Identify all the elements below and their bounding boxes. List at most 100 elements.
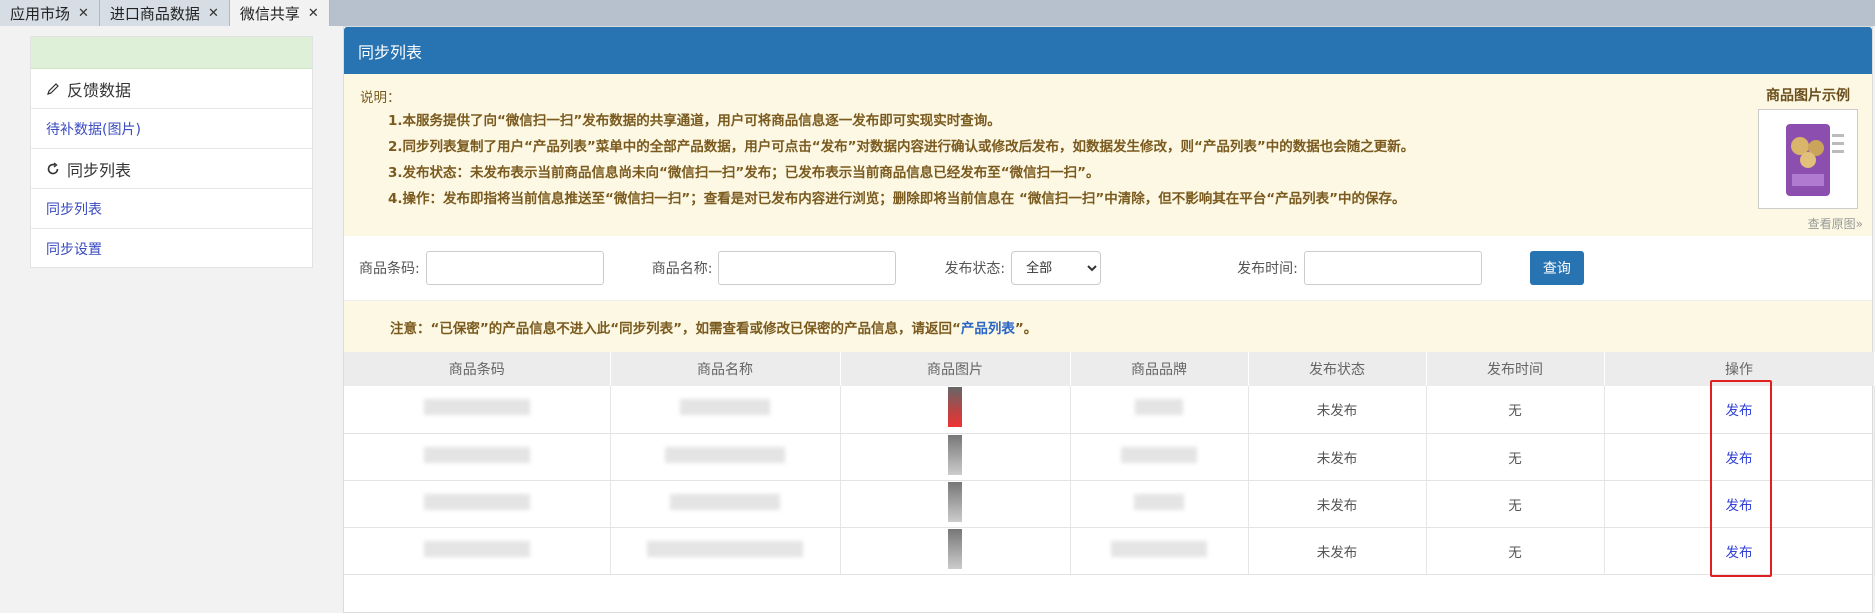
table-row: 未发布 无 发布 xyxy=(344,527,1875,575)
sidebar: 反馈数据 待补数据(图片) 同步列表 同步列表 同步设置 xyxy=(30,36,313,268)
cell-brand xyxy=(1070,480,1249,528)
tab-app-market[interactable]: 应用市场 ✕ xyxy=(0,0,100,26)
redacted-image[interactable] xyxy=(948,481,962,522)
close-icon[interactable]: ✕ xyxy=(78,6,89,21)
notice-line: 2.同步列表复制了用户“产品列表”菜单中的全部产品数据，用户可点击“发布”对数据… xyxy=(388,139,1415,155)
table-row: 未发布 无 发布 xyxy=(344,386,1875,434)
cell-action: 发布 xyxy=(1604,386,1875,434)
warning-box: 注意：“已保密”的产品信息不进入此“同步列表”，如需查看或修改已保密的产品信息，… xyxy=(344,300,1872,352)
cell-action: 发布 xyxy=(1604,527,1875,575)
redacted-text xyxy=(680,399,770,416)
tab-bar: 应用市场 ✕ 进口商品数据 ✕ 微信共享 ✕ xyxy=(0,0,1875,26)
tab-import-goods[interactable]: 进口商品数据 ✕ xyxy=(99,0,230,26)
notice-line: 4.操作：发布即指将当前信息推送至“微信扫一扫”；查看是对已发布内容进行浏览；删… xyxy=(388,191,1406,207)
col-header-name: 商品名称 xyxy=(610,352,841,386)
table-header-row: 商品条码 商品名称 商品图片 商品品牌 发布状态 发布时间 操作 xyxy=(344,352,1875,386)
barcode-label: 商品条码: xyxy=(359,261,420,277)
sidebar-header xyxy=(31,37,312,69)
example-title: 商品图片示例 xyxy=(1766,88,1850,104)
redacted-text xyxy=(1134,493,1184,510)
example-image[interactable] xyxy=(1758,109,1858,209)
cell-time: 无 xyxy=(1426,527,1605,575)
time-label: 发布时间: xyxy=(1237,261,1298,277)
redacted-image[interactable] xyxy=(948,528,962,569)
close-icon[interactable]: ✕ xyxy=(308,6,319,21)
example-image-box: 商品图片示例 查看原图» xyxy=(1753,85,1863,232)
redacted-text xyxy=(1121,446,1197,463)
warning-text-after: ”。 xyxy=(1014,320,1038,337)
sidebar-item-sync-list[interactable]: 同步列表 xyxy=(31,189,312,229)
notice-line: 3.发布状态：未发布表示当前商品信息尚未向“微信扫一扫”发布；已发布表示当前商品… xyxy=(388,165,1100,181)
time-input[interactable] xyxy=(1303,251,1482,285)
barcode-input[interactable] xyxy=(425,251,604,285)
main-panel: 同步列表 说明： 1.本服务提供了向“微信扫一扫”发布数据的共享通道，用户可将商… xyxy=(343,26,1875,613)
cell-barcode xyxy=(344,386,611,434)
pencil-icon xyxy=(45,81,61,97)
cell-status: 未发布 xyxy=(1248,433,1427,481)
cell-image[interactable] xyxy=(840,386,1071,434)
col-header-barcode: 商品条码 xyxy=(344,352,611,386)
tab-label: 进口商品数据 xyxy=(109,4,200,23)
cell-status: 未发布 xyxy=(1248,527,1427,575)
product-list-link[interactable]: 产品列表 xyxy=(961,317,1015,337)
cell-name xyxy=(610,433,841,481)
sidebar-section-feedback: 反馈数据 xyxy=(31,69,312,109)
publish-link[interactable]: 发布 xyxy=(1726,451,1753,467)
tab-label: 微信共享 xyxy=(239,4,300,23)
redacted-text xyxy=(423,493,530,510)
sidebar-item-pending-images[interactable]: 待补数据(图片) xyxy=(31,109,312,149)
tab-label: 应用市场 xyxy=(10,4,71,23)
redacted-text xyxy=(423,399,530,416)
redacted-text xyxy=(670,493,780,510)
table-row: 未发布 无 发布 xyxy=(344,433,1875,481)
tab-wechat-share[interactable]: 微信共享 ✕ xyxy=(229,0,330,26)
notice-box: 说明： 1.本服务提供了向“微信扫一扫”发布数据的共享通道，用户可将商品信息逐一… xyxy=(344,74,1872,236)
redacted-text xyxy=(665,446,785,463)
cell-image[interactable] xyxy=(840,527,1071,575)
table-row: 未发布 无 发布 xyxy=(344,480,1875,528)
redacted-text xyxy=(423,446,530,463)
refresh-icon xyxy=(45,161,61,177)
query-button[interactable]: 查询 xyxy=(1529,251,1584,285)
product-image-icon xyxy=(1786,124,1844,196)
cell-status: 未发布 xyxy=(1248,480,1427,528)
redacted-image[interactable] xyxy=(948,387,962,428)
col-header-action: 操作 xyxy=(1604,352,1875,386)
cell-name xyxy=(610,386,841,434)
sidebar-section-label: 同步列表 xyxy=(67,160,132,180)
sidebar-section-sync: 同步列表 xyxy=(31,149,312,189)
publish-link[interactable]: 发布 xyxy=(1726,403,1753,419)
cell-image[interactable] xyxy=(840,480,1071,528)
publish-link[interactable]: 发布 xyxy=(1726,498,1753,514)
cell-time: 无 xyxy=(1426,480,1605,528)
col-header-brand: 商品品牌 xyxy=(1070,352,1249,386)
cell-time: 无 xyxy=(1426,386,1605,434)
redacted-image[interactable] xyxy=(948,434,962,475)
status-select[interactable]: 全部 xyxy=(1011,251,1102,285)
cell-action: 发布 xyxy=(1604,480,1875,528)
name-input[interactable] xyxy=(718,251,897,285)
cell-brand xyxy=(1070,433,1249,481)
notice-title: 说明： xyxy=(360,90,401,106)
sidebar-item-sync-settings[interactable]: 同步设置 xyxy=(31,229,312,269)
close-icon[interactable]: ✕ xyxy=(208,6,219,21)
cell-status: 未发布 xyxy=(1248,386,1427,434)
cell-barcode xyxy=(344,480,611,528)
col-header-image: 商品图片 xyxy=(840,352,1071,386)
view-original-link[interactable]: 查看原图» xyxy=(1753,215,1863,232)
cell-time: 无 xyxy=(1426,433,1605,481)
redacted-text xyxy=(1135,399,1183,416)
sync-table: 商品条码 商品名称 商品图片 商品品牌 发布状态 发布时间 操作 未发布 无 发… xyxy=(344,352,1875,575)
cell-action: 发布 xyxy=(1604,433,1875,481)
panel-title: 同步列表 xyxy=(344,27,1872,74)
cell-brand xyxy=(1070,386,1249,434)
cell-barcode xyxy=(344,433,611,481)
name-label: 商品名称: xyxy=(651,261,713,277)
publish-link[interactable]: 发布 xyxy=(1726,545,1753,561)
cell-brand xyxy=(1070,527,1249,575)
cell-image[interactable] xyxy=(840,433,1071,481)
sidebar-section-label: 反馈数据 xyxy=(67,80,132,100)
status-label: 发布状态: xyxy=(944,261,1006,277)
redacted-text xyxy=(647,540,803,557)
redacted-text xyxy=(1111,540,1207,557)
